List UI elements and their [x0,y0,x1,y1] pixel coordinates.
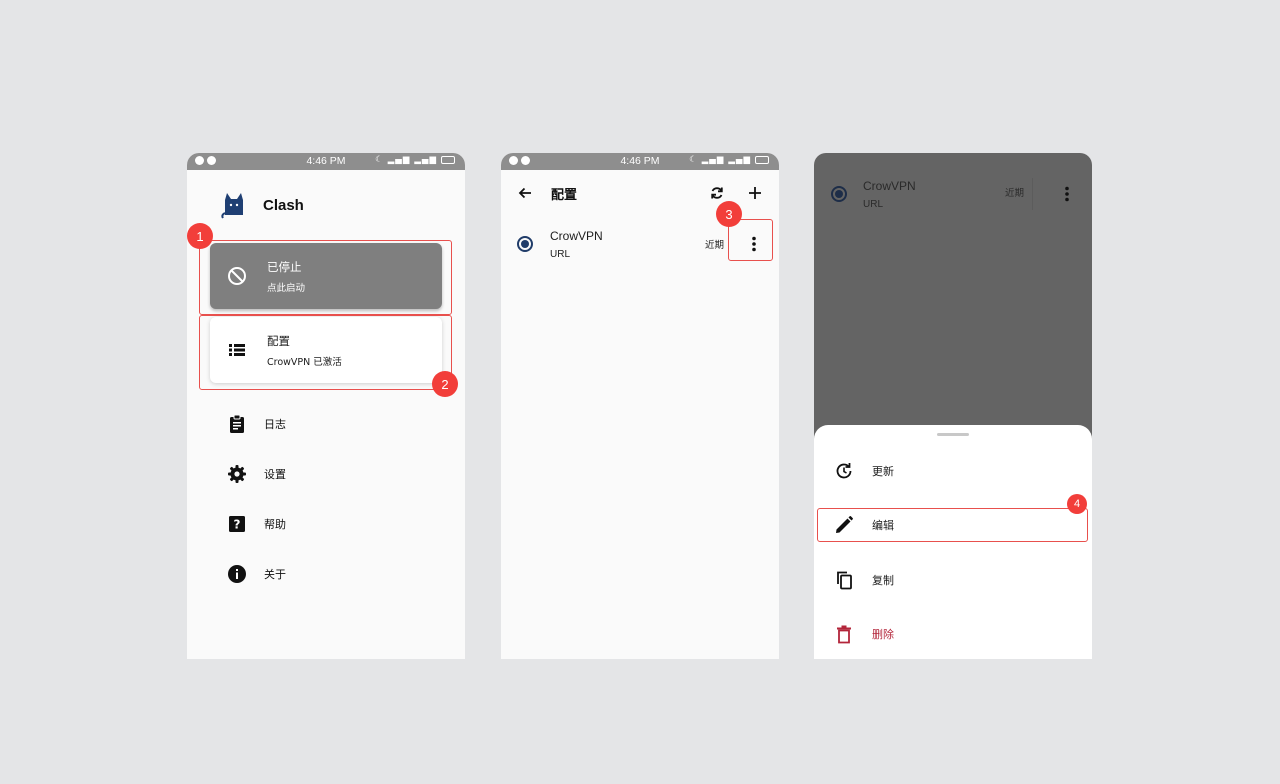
clash-cat-logo-icon [221,193,243,219]
app-header: Clash [221,191,304,219]
signal-icon: ▂▄▆ [414,155,437,165]
profile-type: URL [863,198,884,210]
moon-icon: ☾ [689,155,698,165]
main-menu: 日志 设置 ? 帮助 关于 [227,399,286,599]
menu-item-logs[interactable]: 日志 [227,399,286,449]
clipboard-icon [230,414,244,433]
app-title: Clash [263,196,304,214]
sheet-item-label: 更新 [872,465,894,478]
menu-item-label: 日志 [264,418,286,431]
status-bar: 4:46 PM ☾ ▂▄▆ ▂▄▆ [187,153,465,170]
svg-text:?: ? [234,518,241,532]
status-bar: 4:46 PM ☾ ▂▄▆ ▂▄▆ [501,153,779,170]
add-icon[interactable] [747,185,763,201]
sheet-item-label: 复制 [872,574,894,587]
info-icon [228,565,246,583]
menu-item-label: 帮助 [264,518,286,531]
back-arrow-icon[interactable] [517,185,533,201]
step-badge-1: 1 [187,223,213,249]
trash-icon [837,625,851,644]
radio-selected-icon[interactable] [517,236,533,252]
menu-item-label: 关于 [264,568,286,581]
sheet-item-copy[interactable]: 复制 [814,558,1092,602]
menu-item-about[interactable]: 关于 [227,549,286,599]
home-screen: 4:46 PM ☾ ▂▄▆ ▂▄▆ Clash 已停止 点此启动 配置 CrowVP… [187,153,465,659]
gear-icon [228,465,246,483]
help-icon: ? [229,516,245,532]
moon-icon: ☾ [375,155,384,165]
signal-icon: ▂▄▆ [728,155,751,165]
profile-actions-screen: CrowVPN URL 近期 更新 编辑 复制 删除 [814,153,1092,659]
menu-item-label: 设置 [264,468,286,481]
sheet-item-delete[interactable]: 删除 [814,612,1092,656]
drag-handle[interactable] [937,433,969,436]
profile-row-dimmed: CrowVPN URL 近期 [814,169,1092,219]
step-badge-2: 2 [432,371,458,397]
battery-icon [441,156,455,164]
profile-updated: 近期 [704,240,724,251]
profile-updated: 近期 [1005,178,1033,210]
sheet-item-label: 删除 [872,628,894,641]
signal-icon: ▂▄▆ [387,155,411,165]
menu-item-settings[interactable]: 设置 [227,449,286,499]
profile-type: URL [550,248,571,260]
bottom-sheet: 更新 编辑 复制 删除 [814,425,1092,659]
step-badge-4: 4 [1067,494,1087,514]
step-badge-3: 3 [716,201,742,227]
signal-icon: ▂▄▆ [701,155,725,165]
highlight-profiles-card [199,315,452,390]
profile-name: CrowVPN [550,228,603,243]
refresh-icon[interactable] [709,185,725,201]
sheet-item-update[interactable]: 更新 [814,449,1092,493]
copy-icon [837,571,852,590]
highlight-status-card [199,240,452,315]
refresh-clock-icon [836,463,852,479]
menu-item-help[interactable]: ? 帮助 [227,499,286,549]
highlight-edit-item [817,508,1088,542]
profile-name: CrowVPN [863,178,916,193]
more-vert-icon [1065,186,1069,202]
radio-selected-icon [831,186,847,202]
battery-icon [755,156,769,164]
page-title: 配置 [551,187,578,203]
